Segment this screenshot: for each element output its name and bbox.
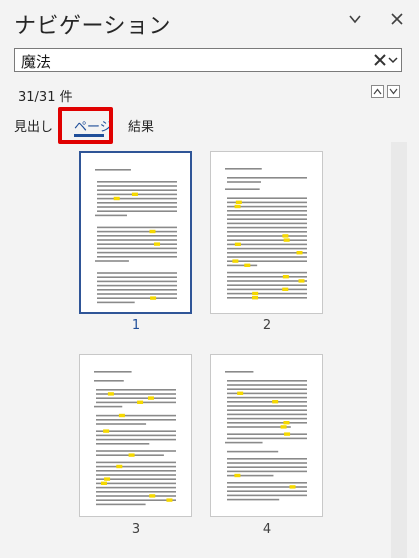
navigation-pane: ナビゲーション 魔法 31/31 件 見出し ページ 結果 1 2 3 4 bbox=[0, 0, 419, 558]
chevron-down-icon[interactable] bbox=[388, 55, 398, 65]
annotation-highlight-box bbox=[58, 107, 113, 144]
scrollbar[interactable] bbox=[391, 142, 407, 558]
clear-icon[interactable] bbox=[373, 53, 387, 67]
search-input-value[interactable]: 魔法 bbox=[21, 51, 51, 72]
page-number-3: 3 bbox=[131, 522, 141, 537]
tab-results[interactable]: 結果 bbox=[128, 116, 154, 135]
result-count: 31/31 件 bbox=[18, 90, 73, 105]
page-text-lines bbox=[225, 371, 307, 501]
close-icon bbox=[391, 13, 403, 25]
next-result-button[interactable] bbox=[387, 85, 400, 98]
page-thumbnail-2[interactable] bbox=[210, 151, 323, 314]
page-text-lines bbox=[94, 371, 176, 506]
page-thumbnails: 1 2 3 4 bbox=[0, 140, 390, 558]
triangle-down-icon bbox=[389, 88, 398, 95]
previous-result-button[interactable] bbox=[371, 85, 384, 98]
page-text-lines bbox=[95, 169, 177, 304]
tab-headings[interactable]: 見出し bbox=[14, 116, 53, 135]
pane-title: ナビゲーション bbox=[14, 14, 172, 39]
page-number-2: 2 bbox=[262, 318, 272, 333]
page-number-1: 1 bbox=[131, 318, 141, 333]
triangle-up-icon bbox=[373, 88, 382, 95]
chevron-down-icon bbox=[349, 15, 361, 24]
page-thumbnail-3[interactable] bbox=[79, 354, 192, 517]
page-number-4: 4 bbox=[262, 522, 272, 537]
page-thumbnail-4[interactable] bbox=[210, 354, 323, 517]
search-input[interactable]: 魔法 bbox=[14, 48, 402, 72]
page-text-lines bbox=[225, 168, 307, 300]
page-thumbnail-1[interactable] bbox=[79, 151, 192, 314]
pane-options-button[interactable] bbox=[344, 8, 366, 30]
close-pane-button[interactable] bbox=[386, 8, 408, 30]
